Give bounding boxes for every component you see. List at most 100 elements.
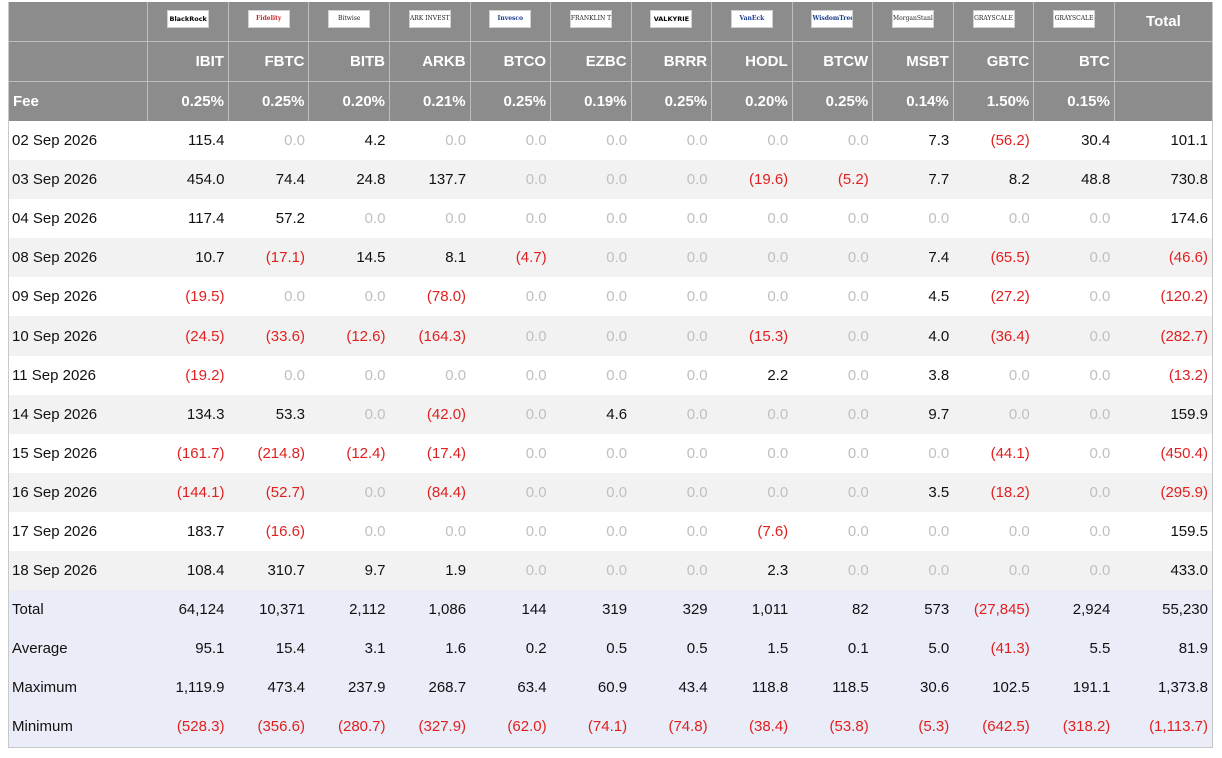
value-cell: 0.0	[470, 394, 551, 434]
value-cell: 0.0	[631, 238, 712, 278]
value-cell: 0.0	[606, 366, 628, 384]
value-cell: 0.0	[631, 160, 712, 200]
value-cell: 0.0	[525, 132, 547, 150]
value-cell: 7.7	[872, 160, 954, 200]
value-cell: 108.4	[147, 551, 229, 591]
value-cell: 53.3	[228, 394, 309, 434]
logo-cell: VALKYRIE	[631, 2, 713, 42]
value-cell: (19.2)	[185, 366, 225, 384]
value-cell: (44.1)	[990, 444, 1030, 462]
value-cell: 63.4	[470, 668, 551, 708]
value-cell: 0.0	[550, 472, 632, 512]
valkyrie-logo: VALKYRIE	[650, 10, 693, 28]
value-cell: 0.0	[364, 288, 386, 306]
value-cell: 454.0	[147, 160, 229, 200]
ticker-header: BTCO	[470, 41, 552, 82]
value-cell: 237.9	[308, 668, 390, 708]
value-cell: 0.0	[686, 522, 708, 540]
logo-cell: MorganStanley	[872, 2, 954, 42]
fee-value: 0.19%	[550, 81, 632, 121]
value-cell: 24.8	[308, 160, 390, 200]
value-cell: 0.5	[550, 629, 632, 669]
franklin-templeton-logo: FRANKLIN TEMPLETON	[569, 10, 612, 28]
fee-value: 0.25%	[147, 81, 229, 121]
value-cell: (164.3)	[389, 316, 471, 356]
value-cell: 0.0	[606, 522, 628, 540]
value-cell: (7.6)	[757, 522, 789, 540]
value-cell: 191.1	[1033, 668, 1115, 708]
value-cell: 1.6	[389, 629, 471, 669]
ticker-header: MSBT	[872, 41, 954, 82]
value-cell: 0.0	[470, 160, 551, 200]
value-cell: 1.5	[711, 629, 793, 669]
value-cell: (42.0)	[389, 394, 471, 434]
date-cell: 08 Sep 2026	[9, 238, 148, 278]
fee-value: 0.25%	[228, 81, 310, 121]
value-cell: 0.0	[792, 551, 873, 591]
ticker-header: BTC	[1033, 41, 1115, 82]
value-cell: 0.0	[792, 316, 873, 356]
date-cell: 02 Sep 2026	[12, 132, 98, 150]
value-cell: 48.8	[1033, 160, 1115, 200]
value-cell: 329	[631, 590, 712, 630]
table-row: 16 Sep 2026 (144.1) (52.7) 0.0 (84.4) 0.0 0.0 0…	[9, 472, 1212, 512]
value-cell: 0.0	[767, 444, 789, 462]
ticker-header: BRRR	[631, 41, 713, 82]
value-cell: 0.0	[792, 472, 873, 512]
value-cell: 473.4	[228, 668, 309, 708]
fee-value: 0.25%	[631, 81, 713, 121]
value-cell: 30.4	[1081, 132, 1111, 150]
value-cell: 0.0	[767, 210, 789, 228]
value-cell: (24.5)	[147, 316, 229, 356]
value-cell: 0.0	[686, 210, 708, 228]
ticker-corner	[9, 41, 149, 82]
value-cell: 0.0	[470, 551, 551, 591]
value-cell: (74.1)	[550, 707, 632, 747]
value-cell: 1,086	[389, 590, 471, 630]
value-cell: 0.0	[1008, 522, 1030, 540]
value-cell: (65.5)	[953, 238, 1034, 278]
value-cell: 0.0	[792, 394, 873, 434]
value-cell: (356.6)	[228, 707, 309, 747]
row-total-cell: 174.6	[1170, 210, 1208, 228]
row-total-cell: (295.9)	[1114, 472, 1212, 512]
value-cell: 1,011	[711, 590, 793, 630]
value-cell: (33.6)	[228, 316, 309, 356]
row-total-cell: (1,113.7)	[1114, 707, 1212, 747]
date-cell: 09 Sep 2026	[12, 288, 98, 306]
value-cell: 0.0	[308, 472, 390, 512]
summary-row: Total 64,124 10,371 2,112 1,086 144 319 329 1,01…	[9, 590, 1212, 630]
value-cell: 0.0	[711, 472, 793, 512]
blackrock-logo: BlackRock	[167, 10, 210, 28]
date-cell: 10 Sep 2026	[9, 316, 148, 356]
logo-corner	[9, 2, 149, 42]
value-cell: 57.2	[275, 210, 305, 228]
value-cell: 0.0	[1089, 522, 1111, 540]
value-cell: 0.0	[364, 366, 386, 384]
value-cell: 0.0	[847, 366, 869, 384]
value-cell: 9.7	[308, 551, 390, 591]
value-cell: (17.1)	[228, 238, 309, 278]
value-cell: 0.0	[953, 394, 1034, 434]
value-cell: 0.0	[847, 522, 869, 540]
value-cell: 0.0	[606, 132, 628, 150]
vaneck-logo: VanEck	[730, 10, 773, 28]
logo-cell: FRANKLIN TEMPLETON	[550, 2, 632, 42]
value-cell: 144	[470, 590, 551, 630]
summary-label: Maximum	[9, 668, 148, 708]
value-cell: 310.7	[228, 551, 309, 591]
value-cell: 0.0	[631, 316, 712, 356]
table-row: 18 Sep 2026 108.4 310.7 9.7 1.9 0.0 0.0 0.0 2.3 0…	[9, 551, 1212, 591]
fee-total-blank	[1114, 81, 1212, 121]
value-cell: (27,845)	[953, 590, 1034, 630]
value-cell: 137.7	[389, 160, 471, 200]
summary-row: Average 95.1 15.4 3.1 1.6 0.2 0.5 0.5 1.5 0.1 5.0(…	[9, 629, 1212, 669]
value-cell: 0.0	[445, 210, 467, 228]
value-cell: 0.0	[1008, 210, 1030, 228]
value-cell: 0.0	[364, 210, 386, 228]
value-cell: 0.0	[550, 551, 632, 591]
value-cell: 0.0	[792, 238, 873, 278]
value-cell: 0.0	[847, 210, 869, 228]
value-cell: 0.2	[470, 629, 551, 669]
table-row: 02 Sep 2026 115.4 0.0 4.2 0.0 0.0 0.0 0.0 0.0 0.0…	[9, 121, 1212, 160]
